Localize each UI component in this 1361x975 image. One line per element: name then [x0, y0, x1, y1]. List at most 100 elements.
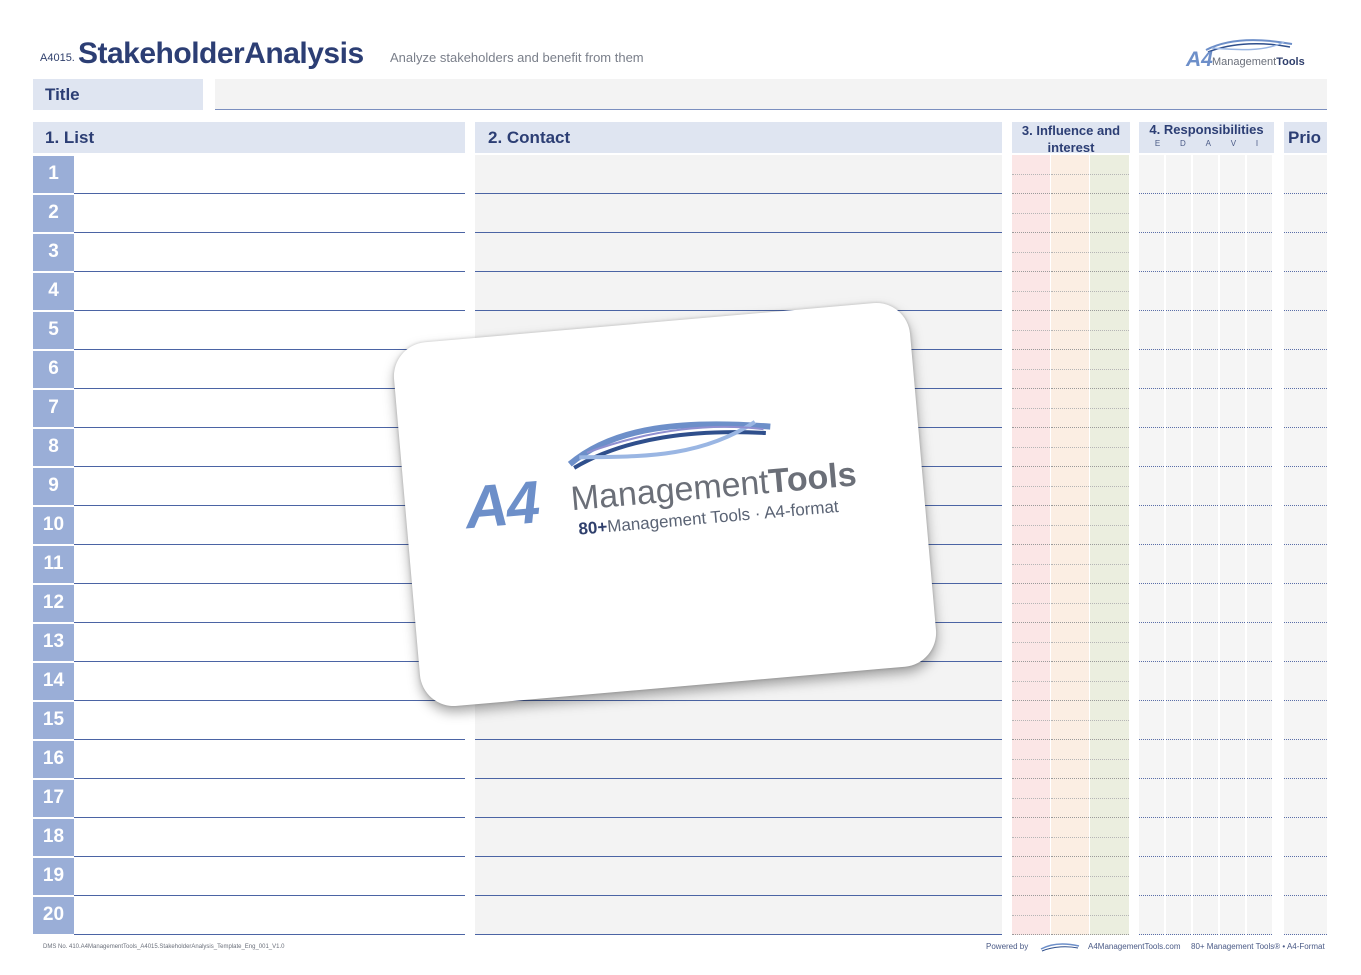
influence-cell[interactable]: [1051, 701, 1089, 740]
influence-cell[interactable]: [1012, 545, 1050, 584]
influence-cell[interactable]: [1090, 155, 1129, 194]
influence-cell[interactable]: [1051, 545, 1089, 584]
list-cell[interactable]: [74, 194, 465, 233]
prio-cell[interactable]: [1284, 896, 1327, 935]
list-cell[interactable]: [74, 623, 465, 662]
responsibility-cell[interactable]: [1220, 623, 1245, 662]
responsibility-cell[interactable]: [1193, 350, 1218, 389]
contact-cell[interactable]: [475, 857, 1002, 896]
contact-cell[interactable]: [475, 233, 1002, 272]
contact-cell[interactable]: [475, 818, 1002, 857]
responsibility-cell[interactable]: [1166, 623, 1191, 662]
responsibility-cell[interactable]: [1139, 155, 1164, 194]
responsibility-cell[interactable]: [1220, 428, 1245, 467]
responsibility-cell[interactable]: [1193, 584, 1218, 623]
responsibility-cell[interactable]: [1166, 350, 1191, 389]
responsibility-cell[interactable]: [1193, 896, 1218, 935]
influence-cell[interactable]: [1090, 662, 1129, 701]
influence-cell[interactable]: [1090, 467, 1129, 506]
influence-cell[interactable]: [1090, 428, 1129, 467]
influence-cell[interactable]: [1012, 779, 1050, 818]
responsibility-cell[interactable]: [1247, 857, 1272, 896]
influence-cell[interactable]: [1090, 740, 1129, 779]
influence-cell[interactable]: [1051, 662, 1089, 701]
responsibility-cell[interactable]: [1166, 545, 1191, 584]
responsibility-cell[interactable]: [1193, 389, 1218, 428]
responsibility-cell[interactable]: [1166, 311, 1191, 350]
list-cell[interactable]: [74, 896, 465, 935]
responsibility-cell[interactable]: [1220, 311, 1245, 350]
list-cell[interactable]: [74, 662, 465, 701]
influence-cell[interactable]: [1090, 701, 1129, 740]
responsibility-cell[interactable]: [1139, 233, 1164, 272]
responsibility-cell[interactable]: [1220, 389, 1245, 428]
influence-cell[interactable]: [1012, 506, 1050, 545]
influence-cell[interactable]: [1012, 584, 1050, 623]
influence-cell[interactable]: [1012, 311, 1050, 350]
responsibility-cell[interactable]: [1247, 779, 1272, 818]
responsibility-cell[interactable]: [1247, 155, 1272, 194]
contact-cell[interactable]: [475, 740, 1002, 779]
responsibility-cell[interactable]: [1139, 545, 1164, 584]
responsibility-cell[interactable]: [1220, 467, 1245, 506]
responsibility-cell[interactable]: [1193, 311, 1218, 350]
responsibility-cell[interactable]: [1247, 272, 1272, 311]
responsibility-cell[interactable]: [1247, 623, 1272, 662]
responsibility-cell[interactable]: [1166, 194, 1191, 233]
responsibility-cell[interactable]: [1166, 428, 1191, 467]
title-field[interactable]: [215, 79, 1327, 110]
responsibility-cell[interactable]: [1247, 545, 1272, 584]
responsibility-cell[interactable]: [1193, 194, 1218, 233]
influence-cell[interactable]: [1051, 506, 1089, 545]
responsibility-cell[interactable]: [1193, 857, 1218, 896]
footer-site[interactable]: A4ManagementTools.com: [1088, 942, 1181, 951]
responsibility-cell[interactable]: [1139, 467, 1164, 506]
contact-cell[interactable]: [475, 194, 1002, 233]
list-cell[interactable]: [74, 233, 465, 272]
influence-cell[interactable]: [1012, 623, 1050, 662]
responsibility-cell[interactable]: [1139, 662, 1164, 701]
responsibility-cell[interactable]: [1193, 740, 1218, 779]
influence-cell[interactable]: [1012, 662, 1050, 701]
prio-cell[interactable]: [1284, 740, 1327, 779]
responsibility-cell[interactable]: [1247, 818, 1272, 857]
responsibility-cell[interactable]: [1139, 623, 1164, 662]
responsibility-cell[interactable]: [1220, 779, 1245, 818]
responsibility-cell[interactable]: [1193, 701, 1218, 740]
responsibility-cell[interactable]: [1247, 428, 1272, 467]
responsibility-cell[interactable]: [1247, 389, 1272, 428]
responsibility-cell[interactable]: [1166, 896, 1191, 935]
responsibility-cell[interactable]: [1139, 818, 1164, 857]
prio-cell[interactable]: [1284, 506, 1327, 545]
contact-cell[interactable]: [475, 701, 1002, 740]
influence-cell[interactable]: [1090, 350, 1129, 389]
responsibility-cell[interactable]: [1220, 662, 1245, 701]
influence-cell[interactable]: [1012, 428, 1050, 467]
influence-cell[interactable]: [1051, 428, 1089, 467]
responsibility-cell[interactable]: [1166, 467, 1191, 506]
responsibility-cell[interactable]: [1166, 506, 1191, 545]
influence-cell[interactable]: [1090, 623, 1129, 662]
prio-cell[interactable]: [1284, 623, 1327, 662]
responsibility-cell[interactable]: [1247, 584, 1272, 623]
responsibility-cell[interactable]: [1193, 272, 1218, 311]
responsibility-cell[interactable]: [1247, 701, 1272, 740]
responsibility-cell[interactable]: [1166, 857, 1191, 896]
responsibility-cell[interactable]: [1166, 389, 1191, 428]
influence-cell[interactable]: [1051, 857, 1089, 896]
contact-cell[interactable]: [475, 896, 1002, 935]
influence-cell[interactable]: [1012, 701, 1050, 740]
responsibility-cell[interactable]: [1220, 350, 1245, 389]
responsibility-cell[interactable]: [1220, 740, 1245, 779]
responsibility-cell[interactable]: [1247, 194, 1272, 233]
influence-cell[interactable]: [1051, 779, 1089, 818]
responsibility-cell[interactable]: [1166, 779, 1191, 818]
responsibility-cell[interactable]: [1220, 506, 1245, 545]
responsibility-cell[interactable]: [1193, 428, 1218, 467]
responsibility-cell[interactable]: [1139, 350, 1164, 389]
prio-cell[interactable]: [1284, 428, 1327, 467]
responsibility-cell[interactable]: [1139, 896, 1164, 935]
responsibility-cell[interactable]: [1139, 389, 1164, 428]
responsibility-cell[interactable]: [1193, 155, 1218, 194]
influence-cell[interactable]: [1012, 155, 1050, 194]
